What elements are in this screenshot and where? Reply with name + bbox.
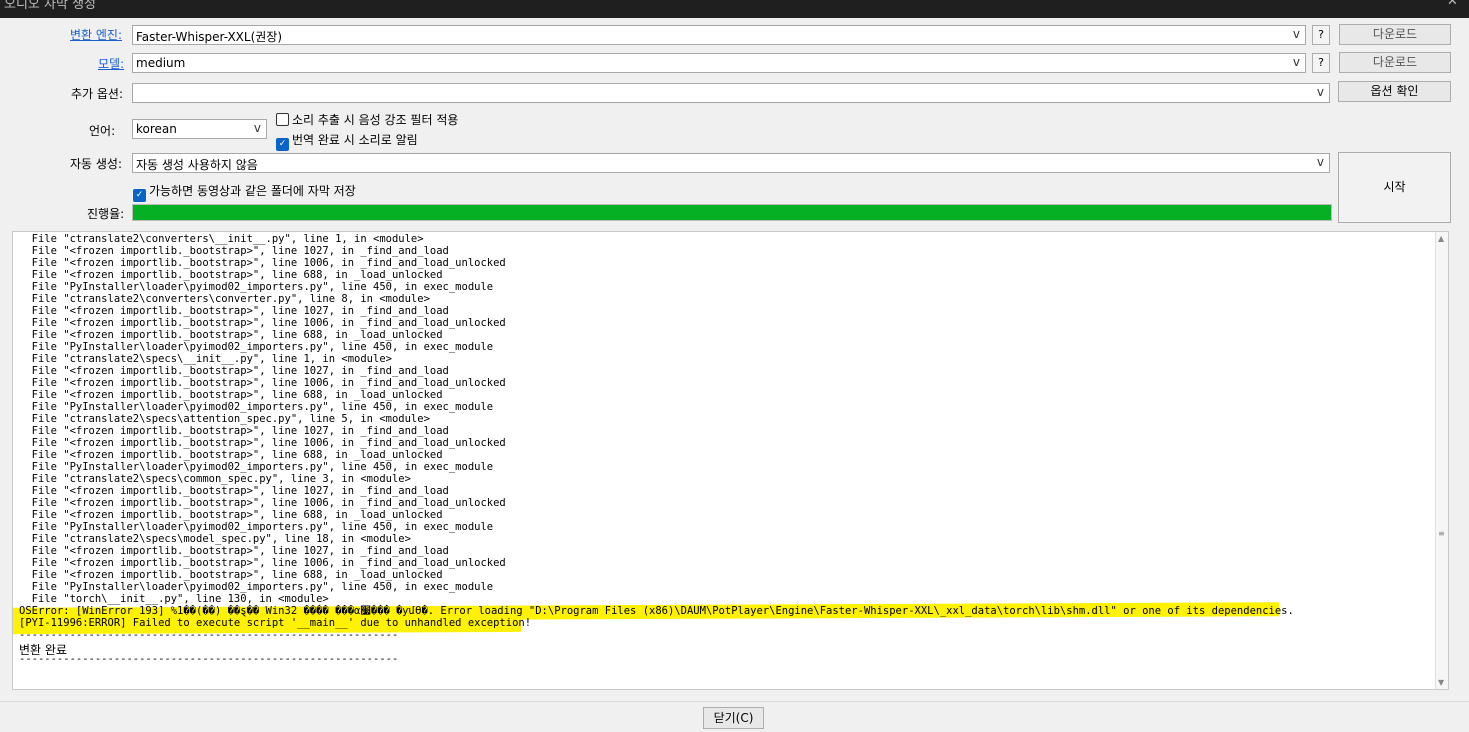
engine-select-value: Faster-Whisper-XXL(권장) <box>136 30 283 44</box>
log-line: File "torch\__init__.py", line 130, in <… <box>19 593 329 605</box>
language-select[interactable]: korean v <box>132 119 267 139</box>
log-line: File "<frozen importlib._bootstrap>", li… <box>19 497 506 509</box>
log-line: File "ctranslate2\specs\common_spec.py",… <box>19 473 411 485</box>
log-line: File "<frozen importlib._bootstrap>", li… <box>19 569 443 581</box>
log-line: File "PyInstaller\loader\pyimod02_import… <box>19 401 494 413</box>
log-line: File "ctranslate2\converters\__init__.py… <box>19 233 424 245</box>
save-same-folder-label: 가능하면 동영상과 같은 폴더에 자막 저장 <box>149 184 356 198</box>
auto-generate-select-value: 자동 생성 사용하지 않음 <box>136 158 258 172</box>
auto-generate-label: 자동 생성: <box>70 157 123 171</box>
log-line: File "<frozen importlib._bootstrap>", li… <box>19 485 449 497</box>
close-button[interactable]: 닫기(C) <box>703 707 764 729</box>
scroll-up-icon[interactable]: ▲ <box>1438 234 1444 243</box>
progress-bar-fill <box>133 205 1331 220</box>
checkbox-unchecked-icon <box>276 113 289 126</box>
model-download-button[interactable]: 다운로드 <box>1339 52 1451 73</box>
model-help-button[interactable]: ? <box>1312 53 1330 73</box>
log-line: File "ctranslate2\specs\__init__.py", li… <box>19 353 392 365</box>
log-line: File "PyInstaller\loader\pyimod02_import… <box>19 461 494 473</box>
log-line: File "PyInstaller\loader\pyimod02_import… <box>19 341 494 353</box>
window-title: 오디오 자막 생성 <box>4 0 96 12</box>
log-line: File "PyInstaller\loader\pyimod02_import… <box>19 581 494 593</box>
log-line: File "<frozen importlib._bootstrap>", li… <box>19 377 506 389</box>
model-select-value: medium <box>136 56 186 70</box>
start-button[interactable]: 시작 <box>1338 152 1451 223</box>
log-line: File "<frozen importlib._bootstrap>", li… <box>19 269 443 281</box>
log-line: File "<frozen importlib._bootstrap>", li… <box>19 365 449 377</box>
log-line: File "<frozen importlib._bootstrap>", li… <box>19 245 449 257</box>
log-lines: File "ctranslate2\converters\__init__.py… <box>19 233 1429 629</box>
log-separator-bottom: ----------------------------------------… <box>19 653 399 665</box>
log-line: File "PyInstaller\loader\pyimod02_import… <box>19 281 494 293</box>
log-line: File "<frozen importlib._bootstrap>", li… <box>19 389 443 401</box>
log-scrollbar[interactable]: ▲ ≡ ▼ <box>1435 232 1448 689</box>
language-label: 언어: <box>89 124 116 138</box>
voice-filter-label: 소리 추출 시 음성 강조 필터 적용 <box>292 113 459 127</box>
log-line: File "<frozen importlib._bootstrap>", li… <box>19 329 443 341</box>
chevron-down-icon: v <box>1292 55 1300 69</box>
scroll-grip-icon: ≡ <box>1438 529 1445 538</box>
chevron-down-icon: v <box>253 121 261 135</box>
engine-select[interactable]: Faster-Whisper-XXL(권장) v <box>132 25 1306 45</box>
progress-label: 진행율: <box>87 207 125 221</box>
model-label-link[interactable]: 모델: <box>98 55 124 72</box>
chevron-down-icon: v <box>1316 155 1324 169</box>
log-line: File "<frozen importlib._bootstrap>", li… <box>19 317 506 329</box>
log-line: File "<frozen importlib._bootstrap>", li… <box>19 449 443 461</box>
title-bar: 오디오 자막 생성 ✕ <box>0 0 1469 18</box>
notify-sound-checkbox[interactable]: ✓ 번역 완료 시 소리로 알림 <box>276 131 418 151</box>
log-separator-top: ----------------------------------------… <box>19 629 399 641</box>
log-line: File "PyInstaller\loader\pyimod02_import… <box>19 521 494 533</box>
scroll-down-icon[interactable]: ▼ <box>1438 678 1444 687</box>
engine-download-button[interactable]: 다운로드 <box>1339 24 1451 45</box>
save-same-folder-checkbox[interactable]: ✓ 가능하면 동영상과 같은 폴더에 자막 저장 <box>133 182 356 202</box>
log-line: File "ctranslate2\specs\model_spec.py", … <box>19 533 411 545</box>
log-line: File "ctranslate2\specs\attention_spec.p… <box>19 413 430 425</box>
log-line: OSError: [WinError 193] %1��(��) ��ȿ�� W… <box>19 605 1294 617</box>
notify-sound-label: 번역 완료 시 소리로 알림 <box>292 133 418 147</box>
log-line: File "<frozen importlib._bootstrap>", li… <box>19 557 506 569</box>
log-line: File "ctranslate2\converters\converter.p… <box>19 293 430 305</box>
log-line: File "<frozen importlib._bootstrap>", li… <box>19 257 506 269</box>
voice-filter-checkbox[interactable]: 소리 추출 시 음성 강조 필터 적용 <box>276 111 458 128</box>
model-select[interactable]: medium v <box>132 53 1306 73</box>
options-label: 추가 옵션: <box>71 87 124 101</box>
log-line: File "<frozen importlib._bootstrap>", li… <box>19 305 449 317</box>
close-window-icon[interactable]: ✕ <box>1447 0 1458 9</box>
language-select-value: korean <box>136 122 177 136</box>
engine-label-link[interactable]: 변환 엔진: <box>70 26 122 43</box>
checkmark-icon: ✓ <box>276 138 289 151</box>
log-line: File "<frozen importlib._bootstrap>", li… <box>19 545 449 557</box>
auto-generate-select[interactable]: 자동 생성 사용하지 않음 v <box>132 153 1330 173</box>
chevron-down-icon: v <box>1292 27 1300 41</box>
log-textarea[interactable]: File "ctranslate2\converters\__init__.py… <box>12 231 1449 690</box>
checkmark-icon: ✓ <box>133 189 146 202</box>
chevron-down-icon: v <box>1316 85 1324 99</box>
options-confirm-button[interactable]: 옵션 확인 <box>1338 81 1451 102</box>
engine-help-button[interactable]: ? <box>1312 25 1330 45</box>
log-line: File "<frozen importlib._bootstrap>", li… <box>19 425 449 437</box>
log-line: [PYI-11996:ERROR] Failed to execute scri… <box>19 617 532 629</box>
log-line: File "<frozen importlib._bootstrap>", li… <box>19 437 506 449</box>
options-input[interactable]: v <box>132 83 1330 103</box>
progress-bar <box>132 204 1332 221</box>
log-line: File "<frozen importlib._bootstrap>", li… <box>19 509 443 521</box>
